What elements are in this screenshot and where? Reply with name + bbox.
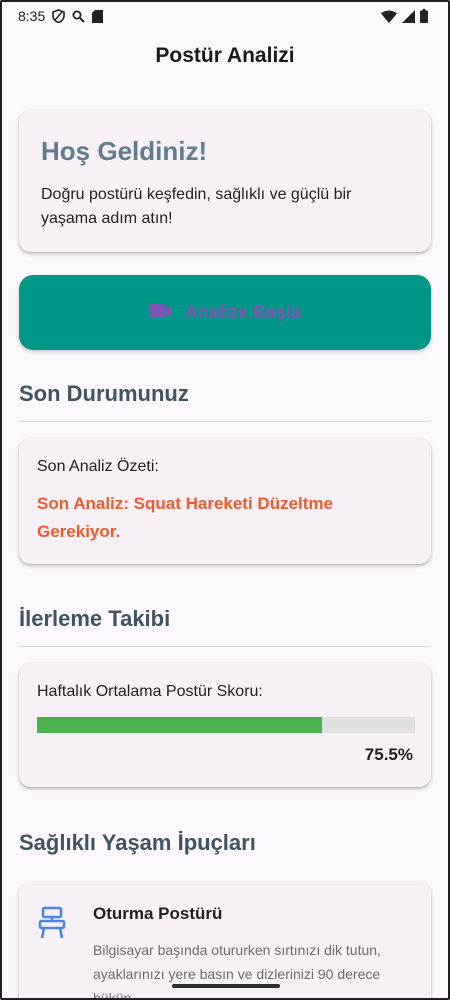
progress-value: 75.5%	[364, 745, 413, 764]
summary-text: Son Analiz: Squat Hareketi Düzeltme Gere…	[37, 494, 333, 541]
shield-icon	[52, 9, 66, 23]
section-title-tips: Sağlıklı Yaşam İpuçları	[19, 830, 256, 855]
search-icon	[72, 10, 85, 23]
wifi-icon	[381, 10, 397, 23]
progress-card: Haftalık Ortalama Postür Skoru: 75.5%	[19, 663, 431, 787]
summary-label: Son Analiz Özeti:	[37, 458, 159, 475]
progress-bar-fill	[37, 717, 323, 733]
status-bar-left: 8:35	[18, 8, 104, 24]
sd-card-icon	[92, 9, 104, 23]
videocam-icon	[148, 303, 173, 322]
tip-text: Bilgisayar başında otururken sırtınızı d…	[93, 942, 381, 1000]
welcome-card: Hoş Geldiniz! Doğru postürü keşfedin, sa…	[19, 110, 431, 252]
analysis-summary-card: Son Analiz Özeti: Son Analiz: Squat Hare…	[19, 438, 431, 564]
section-title-progress: İlerleme Takibi	[19, 606, 171, 631]
battery-icon	[420, 9, 428, 23]
start-analysis-button[interactable]: Analize Başla	[19, 275, 431, 350]
divider	[19, 421, 431, 422]
status-time: 8:35	[18, 8, 46, 24]
page-title: Postür Analizi	[155, 44, 295, 67]
progress-label: Haftalık Ortalama Postür Skoru:	[37, 683, 263, 700]
status-bar: 8:35	[0, 0, 450, 32]
tip-card[interactable]: Oturma Postürü Bilgisayar başında oturur…	[19, 882, 431, 1000]
chair-icon	[37, 904, 71, 1000]
welcome-text: Doğru postürü keşfedin, sağlıklı ve güçl…	[41, 186, 352, 227]
welcome-title: Hoş Geldiniz!	[41, 136, 208, 166]
status-bar-right	[381, 9, 428, 23]
start-analysis-label: Analize Başla	[184, 302, 302, 322]
section-title-status: Son Durumunuz	[19, 381, 189, 406]
signal-icon	[402, 9, 415, 23]
progress-bar	[37, 717, 415, 733]
divider	[19, 646, 431, 647]
home-indicator[interactable]	[172, 984, 280, 988]
tip-title: Oturma Postürü	[93, 904, 223, 923]
